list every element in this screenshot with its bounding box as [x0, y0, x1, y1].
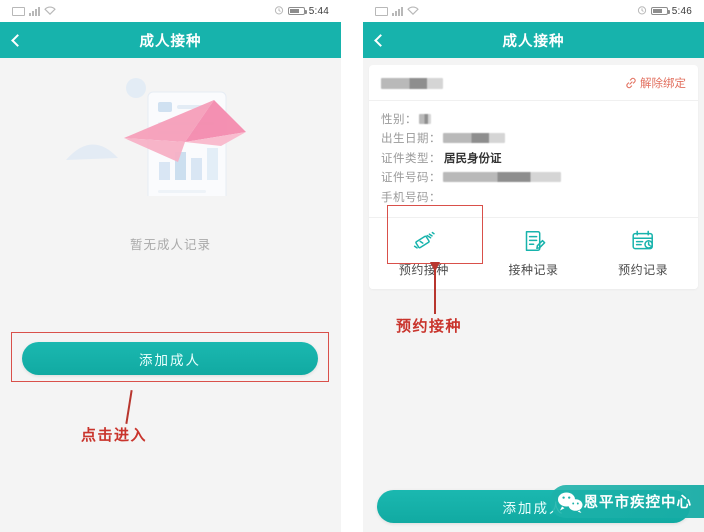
empty-state-message: 暂无成人记录: [129, 238, 211, 252]
battery-icon: [650, 7, 670, 15]
back-button-right[interactable]: [363, 22, 397, 58]
left-phone-screen: 5:44 成人接种 暂无成人记录 添加成人 点击进入: [0, 0, 341, 532]
add-adult-button-label-wrap[interactable]: 添加成人: [22, 342, 318, 375]
sim-card-icon: [375, 6, 388, 16]
left-header: 成人接种: [0, 22, 341, 58]
tile-appointment-records[interactable]: 预约记录: [588, 218, 698, 289]
field-gender-label: 性别：: [381, 113, 417, 126]
watermark-badge: 恩平市疾控中心: [549, 485, 704, 518]
document-edit-icon: [521, 228, 547, 254]
annotation-rect-book-vaccination: [387, 205, 483, 264]
unbind-label: 解除绑定: [640, 78, 686, 90]
tile-appointment-records-label: 预约记录: [618, 262, 669, 277]
annotation-text-left: 点击进入: [81, 427, 148, 444]
left-status-bar: 5:44: [0, 0, 341, 22]
annotation-text-right: 预约接种: [396, 318, 463, 335]
profile-card-header: 解除绑定: [369, 65, 698, 101]
field-phone-label: 手机号码：: [381, 191, 441, 204]
left-body: 暂无成人记录 添加成人 点击进入: [0, 58, 341, 532]
right-phone-screen: 5:46 成人接种 解除绑定 性别： 出生日期： 证件类型： 居民身份证 证件号…: [363, 0, 704, 532]
calendar-clock-icon: [630, 228, 656, 254]
field-birthdate-label: 出生日期：: [381, 133, 441, 146]
tile-vaccination-records[interactable]: 接种记录: [479, 218, 589, 289]
wechat-icon: [556, 491, 584, 513]
empty-state: 暂无成人记录: [0, 58, 341, 253]
chevron-left-icon: [10, 33, 24, 47]
field-phone: 手机号码：: [381, 187, 686, 207]
panel-divider: [353, 0, 363, 532]
field-id-type-label: 证件类型：: [381, 152, 441, 165]
field-id-number: 证件号码：: [381, 168, 686, 188]
left-status-time: 5:44: [308, 5, 329, 17]
wifi-icon: [407, 2, 419, 20]
screenshot-stage: 5:44 成人接种 暂无成人记录 添加成人 点击进入 5:46 成人接种 解除绑…: [0, 0, 704, 532]
chevron-left-icon: [373, 33, 387, 47]
profile-fields: 性别： 出生日期： 证件类型： 居民身份证 证件号码： 手机号码：: [369, 101, 698, 217]
link-broken-icon: [625, 77, 637, 89]
add-adult-button-left[interactable]: 添加成人: [22, 342, 318, 375]
right-page-title: 成人接种: [502, 33, 565, 50]
back-button-left[interactable]: [0, 22, 34, 58]
sim-card-icon: [12, 6, 25, 16]
field-birthdate-value-redacted: [443, 133, 505, 144]
add-adult-button-label: 添加成人: [139, 352, 201, 368]
signal-bars-icon: [29, 6, 40, 16]
field-id-number-value-redacted: [443, 172, 561, 183]
left-page-title: 成人接种: [139, 33, 202, 50]
field-id-type: 证件类型： 居民身份证: [381, 148, 686, 168]
paper-plane-illustration: [65, 76, 276, 211]
field-birthdate: 出生日期：: [381, 129, 686, 149]
watermark-text: 恩平市疾控中心: [583, 495, 692, 511]
annotation-pointer-line-left: [125, 390, 133, 424]
right-status-time: 5:46: [671, 5, 692, 17]
field-id-type-value: 居民身份证: [444, 152, 502, 165]
right-status-bar: 5:46: [363, 0, 704, 22]
field-gender-value-redacted: [419, 113, 431, 124]
wifi-icon: [44, 2, 56, 20]
alarm-clock-icon: [274, 2, 284, 20]
unbind-button[interactable]: 解除绑定: [625, 75, 686, 91]
field-gender: 性别：: [381, 109, 686, 129]
patient-name-redacted: [381, 77, 443, 89]
right-header: 成人接种: [363, 22, 704, 58]
right-body: 解除绑定 性别： 出生日期： 证件类型： 居民身份证 证件号码： 手机号码： 预…: [363, 65, 704, 532]
battery-icon: [287, 7, 307, 15]
alarm-clock-icon: [637, 2, 647, 20]
signal-bars-icon: [392, 6, 403, 16]
tile-vaccination-records-label: 接种记录: [508, 262, 559, 277]
field-id-number-label: 证件号码：: [381, 172, 441, 185]
